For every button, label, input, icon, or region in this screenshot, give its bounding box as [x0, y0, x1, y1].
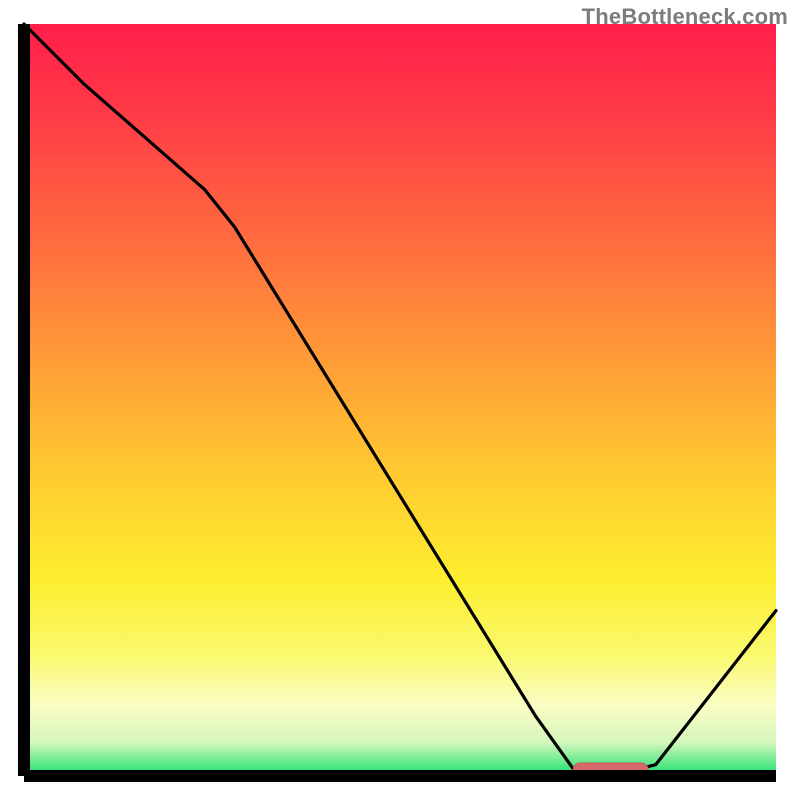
chart-svg: [0, 0, 800, 800]
plot-area: [24, 24, 776, 776]
attribution-label: TheBottleneck.com: [582, 4, 788, 30]
bottleneck-chart: TheBottleneck.com: [0, 0, 800, 800]
